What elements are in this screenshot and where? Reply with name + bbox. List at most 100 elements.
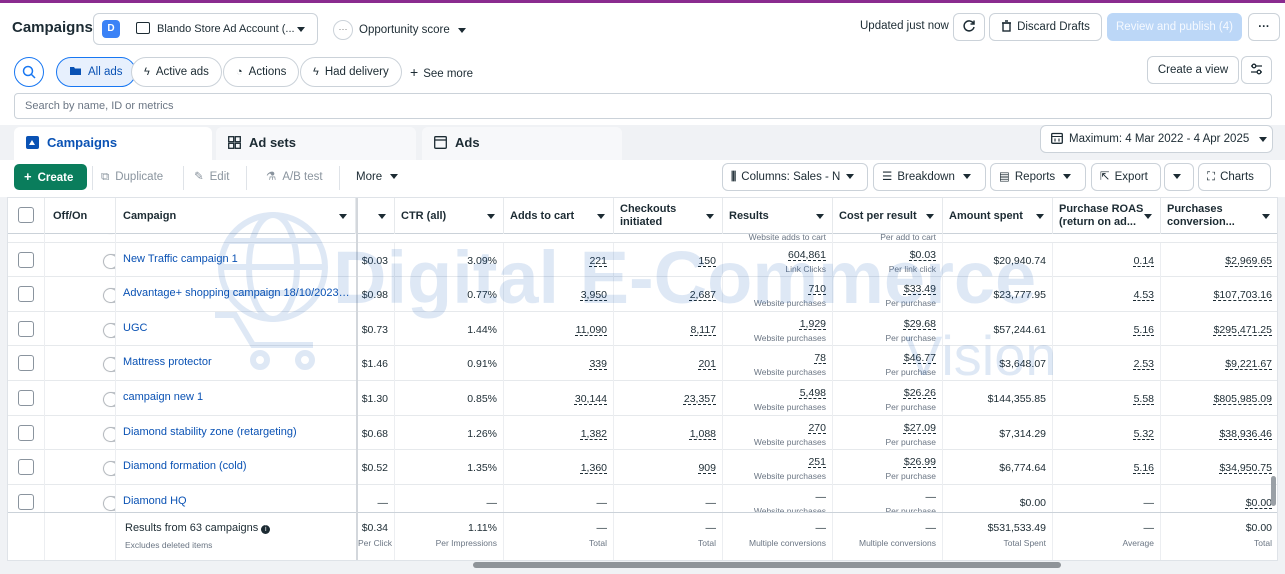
purchases-conversion-cell-value[interactable]: $34,950.75 [1219,462,1272,474]
row-checkbox[interactable] [18,286,34,303]
campaign-toggle[interactable] [103,426,115,442]
campaign-toggle[interactable] [103,322,115,338]
review-publish-button[interactable]: Review and publish (4) [1107,13,1242,41]
charts-button[interactable]: ⛶ Charts [1198,163,1271,191]
campaign-name-link[interactable]: UGC [123,322,351,334]
refresh-button[interactable] [953,13,985,41]
purchases-conversion-cell-value[interactable]: $9,221.67 [1225,358,1272,370]
adds-to-cart-cell-value[interactable]: 11,090 [576,324,607,336]
search-input[interactable]: Search by name, ID or metrics [14,93,1272,119]
adds-to-cart-cell-value[interactable]: 30,144 [575,393,607,405]
purchases-conversion-cell-value[interactable]: $107,703.16 [1214,289,1272,301]
campaign-toggle[interactable] [103,357,115,373]
see-more-button[interactable]: + See more [410,64,473,80]
checkouts-cell-value[interactable]: 2,687 [690,289,716,301]
purchase-roas-cell-value[interactable]: 4.53 [1134,289,1154,301]
adds-to-cart-cell-value[interactable]: 339 [589,358,607,370]
campaign-name-link[interactable]: Mattress protector [123,356,351,368]
header-checkouts[interactable]: Checkouts initiated [614,198,723,234]
cost-per-result-cell-value[interactable]: $29.68 [904,318,936,330]
campaign-name-link[interactable]: Diamond stability zone (retargeting) [123,426,351,438]
campaign-name-link[interactable]: Diamond formation (cold) [123,460,351,472]
purchases-conversion-cell-value[interactable]: $0.00 [1246,497,1272,509]
results-cell-value[interactable]: 710 [808,283,826,295]
header-amount-spent[interactable]: Amount spent [943,198,1053,234]
row-checkbox[interactable] [18,424,34,441]
campaign-toggle[interactable] [103,253,115,269]
ab-test-button[interactable]: ⚗ A/B test [266,163,323,191]
purchases-conversion-cell-value[interactable]: $38,936.46 [1219,428,1272,440]
header-cost-per-result[interactable]: Cost per result [833,198,943,234]
columns-dropdown[interactable]: ⫼ Columns: Sales - N [722,163,868,191]
purchases-conversion-cell-value[interactable]: $2,969.65 [1225,255,1272,267]
header-campaign[interactable]: Campaign [116,198,356,234]
breakdown-dropdown[interactable]: ☰ Breakdown [873,163,986,191]
purchase-roas-cell-value[interactable]: 5.32 [1134,428,1154,440]
adds-to-cart-cell-value[interactable]: 1,360 [581,462,607,474]
discard-drafts-button[interactable]: Discard Drafts [989,13,1102,41]
results-cell-value[interactable]: 1,929 [800,318,826,330]
create-button[interactable]: + Create [14,164,87,190]
results-cell-value[interactable]: 5,498 [800,387,826,399]
purchases-conversion-cell-value[interactable]: $295,471.25 [1214,324,1272,336]
cost-per-result-cell-value[interactable]: $46.77 [904,352,936,364]
duplicate-button[interactable]: ⧉ Duplicate [101,163,163,191]
export-options-dropdown[interactable] [1164,163,1194,191]
row-checkbox[interactable] [18,390,34,406]
horizontal-scrollbar[interactable] [473,562,1061,568]
checkouts-cell-value[interactable]: 23,357 [684,393,716,405]
select-all-checkbox[interactable] [18,207,34,223]
row-checkbox[interactable] [18,459,34,476]
checkouts-cell-value[interactable]: 909 [698,462,716,474]
campaign-name-link[interactable]: Advantage+ shopping campaign 18/10/2023 … [123,287,351,299]
reports-dropdown[interactable]: ▤ Reports [990,163,1086,191]
edit-button[interactable]: ✎ Edit [194,163,229,191]
tab-ad-sets[interactable]: Ad sets [216,127,416,160]
header-purchases-conversion[interactable]: Purchases conversion... [1161,198,1277,234]
campaign-toggle[interactable] [103,392,115,407]
date-range-picker[interactable]: Maximum: 4 Mar 2022 - 4 Apr 2025 [1040,125,1273,153]
campaign-name-link[interactable]: New Traffic campaign 1 [123,253,351,265]
create-view-button[interactable]: Create a view [1147,56,1239,84]
row-checkbox[interactable] [18,320,34,337]
header-adds-to-cart[interactable]: Adds to cart [504,198,614,234]
adds-to-cart-cell-value[interactable]: 3,950 [581,289,607,301]
tab-ads[interactable]: Ads [422,127,622,160]
header-purchase-roas[interactable]: Purchase ROAS (return on ad... [1053,198,1161,234]
filter-actions[interactable]: ◔ Actions [223,57,300,87]
header-results[interactable]: Results [723,198,833,234]
purchase-roas-cell-value[interactable]: 5.16 [1134,462,1154,474]
purchases-conversion-cell-value[interactable]: $805,985.09 [1214,393,1272,405]
tab-campaigns[interactable]: Campaigns [14,127,212,160]
more-actions-dropdown[interactable]: More [356,163,399,191]
results-cell-value[interactable]: 78 [814,352,826,364]
cost-per-result-cell-value[interactable]: $26.26 [904,387,936,399]
campaign-toggle[interactable] [103,461,115,477]
filter-active-ads[interactable]: ϟ Active ads [131,57,222,87]
search-toggle[interactable] [14,57,44,87]
adds-to-cart-cell-value[interactable]: 1,382 [581,428,607,440]
checkouts-cell-value[interactable]: 201 [698,358,716,370]
campaign-name-link[interactable]: Diamond HQ [123,495,351,507]
cost-per-result-cell-value[interactable]: $26.99 [904,456,936,468]
campaign-toggle[interactable] [103,288,115,304]
row-checkbox[interactable] [18,251,34,268]
purchase-roas-cell-value[interactable]: 2.53 [1134,358,1154,370]
account-selector[interactable]: D Blando Store Ad Account (... [93,13,318,45]
adds-to-cart-cell-value[interactable]: 221 [589,255,607,267]
cost-per-result-cell-value[interactable]: $27.09 [904,422,936,434]
row-checkbox[interactable] [18,493,34,510]
opportunity-score-dropdown[interactable]: ··· Opportunity score [333,20,466,40]
header-offon[interactable]: Off/On [45,198,116,234]
checkouts-cell-value[interactable]: 1,088 [690,428,716,440]
vertical-scrollbar[interactable] [1271,476,1276,506]
filter-all-ads[interactable]: All ads [56,57,136,87]
purchase-roas-cell-value[interactable]: 5.16 [1134,324,1154,336]
export-button[interactable]: ⇱ Export [1091,163,1161,191]
results-cell-value[interactable]: 251 [808,456,826,468]
filter-had-delivery[interactable]: ϟ Had delivery [300,57,402,87]
results-cell-value[interactable]: 270 [808,422,826,434]
checkouts-cell-value[interactable]: 8,117 [691,324,717,336]
checkouts-cell-value[interactable]: 150 [698,255,716,267]
campaign-toggle[interactable] [103,495,115,511]
